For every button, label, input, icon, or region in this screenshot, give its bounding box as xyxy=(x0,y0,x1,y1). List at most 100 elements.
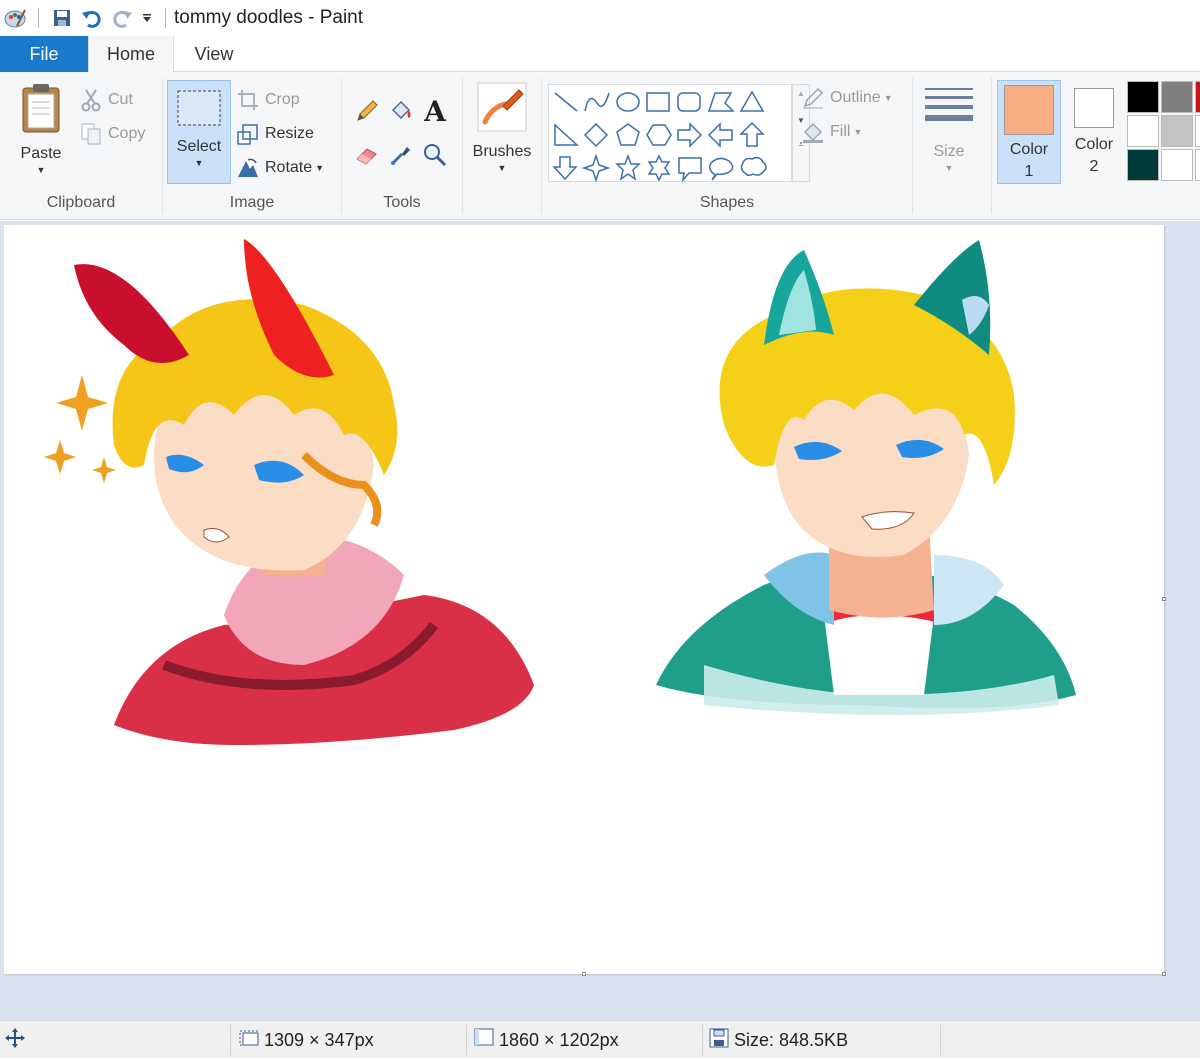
five-point-star-shape-icon xyxy=(615,153,641,181)
separator xyxy=(38,8,39,28)
paste-icon xyxy=(20,82,62,139)
cloud-callout-shape-icon xyxy=(740,156,767,177)
drawing-canvas[interactable] xyxy=(4,225,1166,976)
size-group: Size ▼ xyxy=(913,76,991,216)
diamond-shape-icon xyxy=(583,122,609,148)
outline-label: Outline xyxy=(830,89,881,106)
paste-button[interactable]: Paste ▼ xyxy=(16,82,66,175)
triangle-shape-icon xyxy=(739,90,765,112)
chevron-down-icon: ▼ xyxy=(315,163,325,173)
palette-swatch[interactable] xyxy=(1127,149,1159,181)
fill-bucket-icon xyxy=(800,119,826,145)
resize-label: Resize xyxy=(265,125,314,142)
resize-handle-right[interactable] xyxy=(1162,597,1166,601)
scissors-icon xyxy=(78,87,104,113)
cut-button[interactable]: Cut xyxy=(78,86,133,114)
crop-icon xyxy=(235,87,261,113)
drawing-character-right xyxy=(656,240,1076,715)
copy-button[interactable]: Copy xyxy=(78,120,145,148)
four-point-star-shape-icon xyxy=(581,153,611,183)
color2-swatch xyxy=(1074,88,1114,128)
image-group-label: Image xyxy=(229,194,275,211)
crop-button[interactable]: Crop xyxy=(235,86,300,114)
tab-file[interactable]: File xyxy=(0,36,88,72)
palette-swatch[interactable] xyxy=(1195,149,1200,181)
tab-view[interactable]: View xyxy=(174,36,254,72)
brushes-button[interactable]: Brushes ▼ xyxy=(471,82,533,173)
canvas-workspace xyxy=(0,221,1200,1020)
crop-label: Crop xyxy=(265,91,300,108)
eraser-icon[interactable] xyxy=(350,138,384,172)
undo-icon[interactable] xyxy=(77,3,107,33)
color1-swatch xyxy=(1004,85,1054,135)
cut-label: Cut xyxy=(108,91,133,108)
chevron-down-icon: ▼ xyxy=(944,163,954,173)
color2-button[interactable]: Color 2 xyxy=(1064,80,1124,184)
copy-label: Copy xyxy=(108,125,146,142)
paint-app-icon[interactable] xyxy=(0,3,30,33)
save-icon xyxy=(708,1027,730,1054)
color-picker-icon[interactable] xyxy=(384,138,418,172)
palette-swatch[interactable] xyxy=(1127,81,1159,113)
palette-swatch[interactable] xyxy=(1161,115,1193,147)
polygon-shape-icon xyxy=(707,92,735,112)
color1-button[interactable]: Color 1 xyxy=(997,80,1061,184)
selection-size-text: 1309 × 347px xyxy=(264,1029,374,1050)
up-arrow-shape-icon xyxy=(739,121,765,147)
pencil-icon[interactable] xyxy=(350,94,384,128)
fill-label: Fill xyxy=(830,123,851,140)
oval-shape-icon xyxy=(616,92,640,112)
palette-swatch[interactable] xyxy=(1195,81,1200,113)
status-separator xyxy=(702,1025,703,1055)
chevron-down-icon: ▼ xyxy=(36,165,46,175)
brushes-group: Brushes ▼ xyxy=(463,76,541,216)
fill-button[interactable]: Fill ▼ xyxy=(800,118,862,146)
brush-icon xyxy=(477,82,527,137)
left-arrow-shape-icon xyxy=(707,122,733,148)
rotate-icon xyxy=(235,155,261,181)
tools-group-label: Tools xyxy=(383,194,421,211)
shapes-group-label: Shapes xyxy=(699,194,755,211)
line-size-icon xyxy=(923,82,975,137)
palette-swatch[interactable] xyxy=(1161,81,1193,113)
chevron-down-icon: ▼ xyxy=(497,163,507,173)
palette-swatch[interactable] xyxy=(1195,115,1200,147)
resize-handle-bottom[interactable] xyxy=(582,972,586,976)
select-button[interactable]: Select ▼ xyxy=(167,80,231,184)
separator xyxy=(165,8,166,28)
six-point-star-shape-icon xyxy=(647,154,671,182)
quick-access-toolbar xyxy=(0,0,174,36)
rounded-rectangle-shape-icon xyxy=(677,92,701,112)
fill-bucket-icon[interactable] xyxy=(384,94,418,128)
palette-swatch[interactable] xyxy=(1127,115,1159,147)
select-label: Select xyxy=(176,138,222,155)
selection-size-icon xyxy=(238,1027,260,1054)
chevron-down-icon: ▼ xyxy=(194,158,204,168)
rotate-label: Rotate xyxy=(265,159,313,176)
file-size-text: Size: 848.5KB xyxy=(734,1029,849,1050)
ribbon-tabs: File Home View xyxy=(0,36,1200,73)
size-button[interactable]: Size ▼ xyxy=(921,82,977,173)
size-label: Size xyxy=(933,143,965,160)
magnifier-icon[interactable] xyxy=(418,138,452,172)
outline-button[interactable]: Outline ▼ xyxy=(800,84,893,112)
file-size: Size: 848.5KB xyxy=(708,1021,848,1058)
status-separator xyxy=(466,1025,467,1055)
save-icon[interactable] xyxy=(47,3,77,33)
rotate-button[interactable]: Rotate ▼ xyxy=(235,154,324,182)
selection-size: 1309 × 347px xyxy=(238,1021,374,1058)
pentagon-shape-icon xyxy=(616,123,640,146)
chevron-down-icon: ▼ xyxy=(883,93,893,103)
palette-swatch[interactable] xyxy=(1161,149,1193,181)
redo-icon[interactable] xyxy=(107,3,137,33)
group-divider xyxy=(991,78,992,214)
resize-handle-corner[interactable] xyxy=(1162,972,1166,976)
outline-pencil-icon xyxy=(800,85,826,111)
hexagon-shape-icon xyxy=(646,124,672,146)
tab-home[interactable]: Home xyxy=(88,36,174,73)
canvas-size-text: 1860 × 1202px xyxy=(499,1029,619,1050)
customize-toolbar-icon[interactable] xyxy=(137,3,157,33)
resize-button[interactable]: Resize xyxy=(235,120,314,148)
brushes-label: Brushes xyxy=(472,143,532,160)
text-icon[interactable]: A xyxy=(418,94,452,128)
